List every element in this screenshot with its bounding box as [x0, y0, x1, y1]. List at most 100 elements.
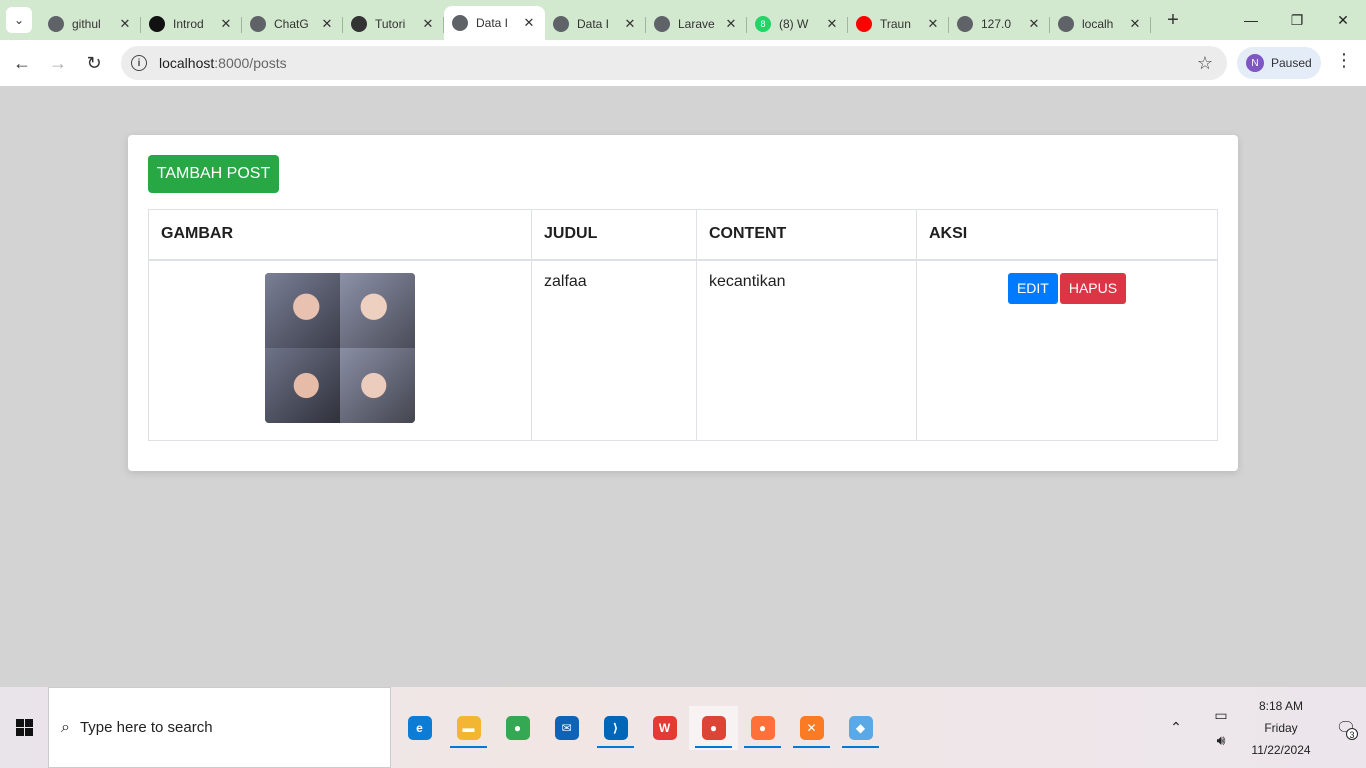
taskbar-app[interactable]: ✕: [787, 706, 836, 750]
browser-tab[interactable]: Data I ✕: [444, 6, 545, 40]
tab-title: ChatG: [274, 17, 309, 31]
browser-tab[interactable]: Introd ✕: [141, 8, 242, 40]
tab-close-icon[interactable]: ✕: [723, 16, 739, 32]
file-explorer-icon: ▬: [456, 715, 481, 740]
tab-close-icon[interactable]: ✕: [521, 15, 537, 31]
tray-icons: ⌃: [1146, 719, 1206, 736]
start-button[interactable]: [0, 687, 48, 768]
taskbar: ⌕ Type here to search e ▬ ● ✉ ⟩ W ● ● ✕ ◆ ⌃ ▭ 🔊︎ …: [0, 687, 1366, 768]
wps-icon: W: [652, 715, 677, 740]
browser-tab[interactable]: Larave ✕: [646, 8, 747, 40]
tray-status: ▭ 🔊︎: [1206, 707, 1236, 749]
mail-icon: ✉: [554, 715, 579, 740]
cell-judul: zalfaa: [531, 259, 697, 441]
taskbar-app[interactable]: ⟩: [591, 706, 640, 750]
back-button[interactable]: ←: [4, 45, 40, 81]
notification-button[interactable]: 🗨︎ 3: [1326, 718, 1366, 740]
firefox-icon: ●: [750, 715, 775, 740]
url-text[interactable]: localhost:8000/posts: [159, 55, 287, 71]
table-row: zalfaa kecantikan EDIT HAPUS: [148, 259, 1218, 441]
vscode-icon: ⟩: [603, 715, 628, 740]
reload-button[interactable]: ↻: [76, 45, 112, 81]
posts-card: TAMBAH POST GAMBAR JUDUL CONTENT AKSI za…: [128, 135, 1238, 471]
browser-tab[interactable]: 127.0 ✕: [949, 8, 1050, 40]
posts-table: GAMBAR JUDUL CONTENT AKSI zalfaa kecanti…: [148, 209, 1218, 441]
new-tab-button[interactable]: +: [1161, 9, 1185, 32]
arrow-left-icon: ←: [13, 52, 31, 73]
taskbar-app[interactable]: ✉: [542, 706, 591, 750]
forward-button[interactable]: →: [40, 45, 76, 81]
globe-icon: [553, 16, 569, 32]
tab-close-icon[interactable]: ✕: [117, 16, 133, 32]
taskbar-app[interactable]: W: [640, 706, 689, 750]
globe-icon: [48, 16, 64, 32]
github-icon: [351, 16, 367, 32]
globe-icon: [452, 15, 468, 31]
clock-date: 11/22/2024: [1251, 742, 1311, 757]
git-icon: ◆: [848, 715, 873, 740]
cell-gambar: [148, 259, 532, 441]
tab-title: Tutori: [375, 17, 406, 31]
taskbar-app[interactable]: ◆: [836, 706, 885, 750]
globe-icon: [957, 16, 973, 32]
battery-icon[interactable]: ▭: [1214, 707, 1227, 724]
tab-title: Traun: [880, 17, 911, 31]
reload-icon: ↻: [86, 52, 102, 73]
tab-close-icon[interactable]: ✕: [319, 16, 335, 32]
tab-close-icon[interactable]: ✕: [420, 16, 436, 32]
search-placeholder: Type here to search: [79, 719, 213, 736]
tab-title: Larave: [678, 17, 715, 31]
browser-tab[interactable]: Data I ✕: [545, 8, 646, 40]
browser-menu-button[interactable]: ⋮: [1332, 50, 1356, 76]
chrome-icon: ●: [505, 715, 530, 740]
tab-search-button[interactable]: ⌄: [6, 7, 32, 33]
tab-title: Data I: [577, 17, 610, 31]
browser-tab[interactable]: localh ✕: [1050, 8, 1151, 40]
chevron-down-icon: ⌄: [13, 13, 25, 27]
add-post-button[interactable]: TAMBAH POST: [148, 155, 279, 193]
tab-title: 127.0: [981, 17, 1012, 31]
bookmark-star-icon[interactable]: ☆: [1197, 53, 1213, 74]
edge-icon: e: [407, 715, 432, 740]
browser-tab[interactable]: ChatG ✕: [242, 8, 343, 40]
browser-tab[interactable]: 8 (8) W ✕: [747, 8, 848, 40]
delete-button[interactable]: HAPUS: [1059, 272, 1127, 304]
volume-icon[interactable]: 🔊︎: [1217, 732, 1226, 749]
cell-content: kecantikan: [696, 259, 917, 441]
taskbar-app[interactable]: ▬: [444, 706, 493, 750]
table-header-row: GAMBAR JUDUL CONTENT AKSI: [148, 209, 1218, 261]
browser-tab[interactable]: Traun ✕: [848, 8, 949, 40]
taskbar-app[interactable]: ●: [738, 706, 787, 750]
tab-close-icon[interactable]: ✕: [218, 16, 234, 32]
browser-tab[interactable]: githul ✕: [40, 8, 141, 40]
site-info-icon[interactable]: i: [131, 55, 147, 71]
clock-time: 8:18 AM: [1258, 698, 1304, 713]
minimize-button[interactable]: —: [1228, 0, 1274, 40]
taskbar-app[interactable]: ●: [493, 706, 542, 750]
tab-list: githul ✕ Introd ✕ ChatG ✕ Tutori ✕ Data I ✕ Data I…: [40, 0, 1151, 40]
clock[interactable]: 8:18 AM Friday 11/22/2024: [1236, 695, 1326, 761]
tab-title: localh: [1082, 17, 1114, 31]
notification-count: 3: [1346, 727, 1358, 740]
browser-toolbar: ← → ↻ i localhost:8000/posts ☆ N Paused …: [0, 40, 1366, 86]
taskbar-app[interactable]: ●: [689, 705, 738, 750]
pinned-apps: e ▬ ● ✉ ⟩ W ● ● ✕ ◆: [395, 705, 885, 750]
taskbar-app[interactable]: e: [395, 706, 444, 750]
show-hidden-icons-button[interactable]: ⌃: [1170, 719, 1182, 736]
taskbar-search[interactable]: ⌕ Type here to search: [48, 687, 391, 768]
tab-close-icon[interactable]: ✕: [824, 16, 840, 32]
clock-day: Friday: [1264, 720, 1298, 735]
tab-close-icon[interactable]: ✕: [1127, 16, 1143, 32]
url-host: localhost: [159, 55, 215, 71]
browser-tab[interactable]: Tutori ✕: [343, 8, 444, 40]
restore-button[interactable]: ❐: [1274, 0, 1320, 40]
close-window-button[interactable]: ✕: [1320, 0, 1366, 40]
tab-title: githul: [72, 17, 101, 31]
edit-button[interactable]: EDIT: [1007, 272, 1058, 304]
tab-close-icon[interactable]: ✕: [622, 16, 638, 32]
tab-close-icon[interactable]: ✕: [1026, 16, 1042, 32]
profile-button[interactable]: N Paused: [1237, 47, 1321, 79]
address-bar[interactable]: i localhost:8000/posts ☆: [121, 46, 1227, 80]
xampp-icon: ✕: [799, 715, 824, 740]
tab-close-icon[interactable]: ✕: [925, 16, 941, 32]
